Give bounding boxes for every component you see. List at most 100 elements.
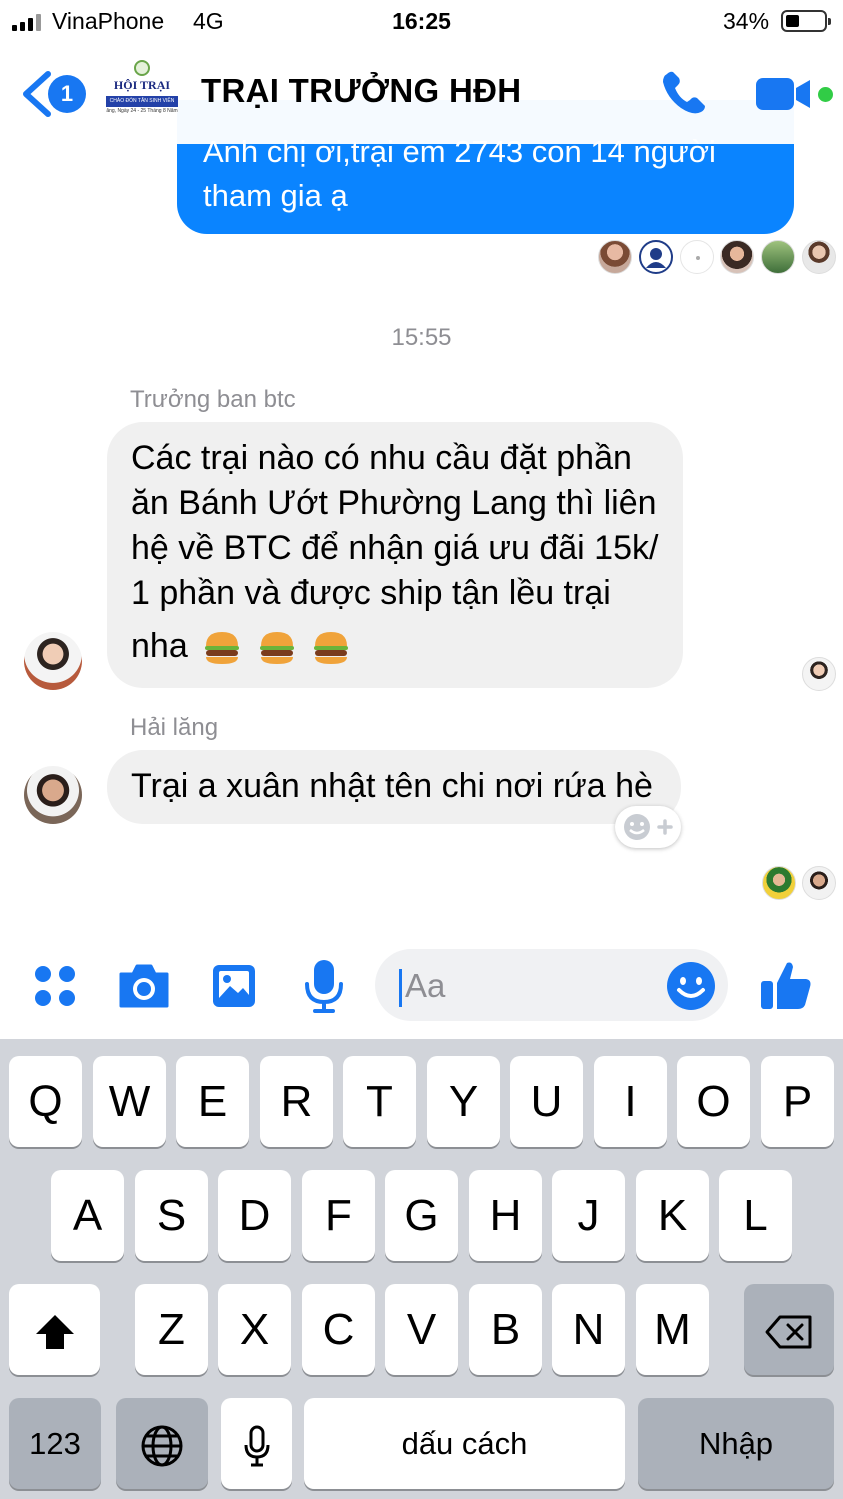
globe-icon xyxy=(141,1425,183,1467)
key-t[interactable]: T xyxy=(343,1056,416,1147)
backspace-icon xyxy=(765,1315,812,1349)
key-b[interactable]: B xyxy=(469,1284,542,1375)
add-reaction-icon xyxy=(624,814,673,840)
backspace-key[interactable] xyxy=(744,1284,834,1375)
read-receipts[interactable] xyxy=(598,240,838,276)
apps-button[interactable] xyxy=(33,964,77,1013)
key-h[interactable]: H xyxy=(469,1170,542,1261)
key-x[interactable]: X xyxy=(218,1284,291,1375)
voice-record-button[interactable] xyxy=(302,958,346,1019)
camera-button[interactable] xyxy=(117,962,171,1015)
message-input-placeholder: Aa xyxy=(405,967,446,1004)
video-call-button[interactable] xyxy=(754,72,812,116)
key-p[interactable]: P xyxy=(761,1056,834,1147)
voice-call-button[interactable] xyxy=(657,68,711,118)
video-camera-icon xyxy=(756,78,810,110)
key-u[interactable]: U xyxy=(510,1056,583,1147)
message-composer: Aa xyxy=(0,945,843,1035)
messenger-chat-screen: VinaPhone 4G 16:25 34% Anh chị ơi,trại e… xyxy=(0,0,843,1499)
read-receipt-avatar xyxy=(720,240,754,274)
incoming-message-bubble[interactable]: Trại a xuân nhật tên chi nơi rứa hè xyxy=(107,750,681,824)
read-receipt-avatar xyxy=(761,240,795,274)
sender-avatar[interactable] xyxy=(24,766,82,824)
key-l[interactable]: L xyxy=(719,1170,792,1261)
add-reaction-button[interactable] xyxy=(615,806,681,848)
read-receipt-avatar[interactable] xyxy=(762,866,796,900)
camera-icon xyxy=(119,964,169,1008)
message-line: hệ về BTC để nhận giá ưu đãi 15k/ xyxy=(131,529,659,567)
key-e[interactable]: E xyxy=(176,1056,249,1147)
like-button[interactable] xyxy=(758,957,814,1018)
battery-icon xyxy=(781,10,831,32)
emoji-icon xyxy=(667,962,715,1010)
key-y[interactable]: Y xyxy=(427,1056,500,1147)
key-k[interactable]: K xyxy=(636,1170,709,1261)
microphone-icon xyxy=(305,960,343,1013)
message-line: Các trại nào có nhu cầu đặt phần xyxy=(131,439,632,477)
hamburger-emoji xyxy=(259,632,294,665)
microphone-icon xyxy=(244,1425,269,1467)
incoming-message-bubble[interactable]: Các trại nào có nhu cầu đặt phần ăn Bánh… xyxy=(107,422,683,688)
hamburger-emoji xyxy=(205,632,240,665)
logo-seal-icon xyxy=(134,60,150,76)
key-i[interactable]: I xyxy=(594,1056,667,1147)
shift-key[interactable] xyxy=(9,1284,100,1375)
sender-avatar[interactable] xyxy=(24,632,82,690)
hamburger-emoji xyxy=(314,632,349,665)
logo-strip-text: CHÀO ĐÓN TÂN SINH VIÊN xyxy=(106,96,178,107)
return-key[interactable]: Nhập xyxy=(638,1398,834,1489)
message-line: 1 phần và được ship tận lều trại xyxy=(131,574,611,612)
online-status-dot xyxy=(818,87,833,102)
key-f[interactable]: F xyxy=(302,1170,375,1261)
conversation-title[interactable]: TRẠI TRƯỞNG HĐH xyxy=(201,72,521,110)
shift-arrow-icon xyxy=(35,1315,74,1350)
read-receipt-avatar xyxy=(639,240,673,274)
dictation-key[interactable] xyxy=(221,1398,292,1489)
unread-count-badge: 1 xyxy=(48,75,86,113)
group-avatar-logo[interactable]: HỘI TRẠI CHÀO ĐÓN TÂN SINH VIÊN ẵng, Ngà… xyxy=(106,58,178,116)
key-m[interactable]: M xyxy=(636,1284,709,1375)
key-g[interactable]: G xyxy=(385,1170,458,1261)
emoji-button[interactable] xyxy=(666,961,716,1011)
space-key[interactable]: dấu cách xyxy=(304,1398,625,1489)
phone-icon xyxy=(663,71,705,114)
status-time: 16:25 xyxy=(392,8,451,34)
gallery-button[interactable] xyxy=(210,962,258,1015)
thumbs-up-icon xyxy=(761,962,811,1009)
logo-text: HỘI TRẠI xyxy=(113,78,171,92)
chat-header: 1 HỘI TRẠI CHÀO ĐÓN TÂN SINH VIÊN ẵng, N… xyxy=(0,44,843,144)
apps-icon xyxy=(35,966,75,1006)
read-receipt-avatar xyxy=(802,240,836,274)
key-o[interactable]: O xyxy=(677,1056,750,1147)
keyboard: Q W E R T Y U I O P A S D F G H J K L Z … xyxy=(0,1039,843,1499)
read-receipt-avatar[interactable] xyxy=(802,866,836,900)
key-c[interactable]: C xyxy=(302,1284,375,1375)
read-receipt-avatar xyxy=(680,240,714,274)
outgoing-message-line: tham gia ạ xyxy=(203,178,348,213)
key-q[interactable]: Q xyxy=(9,1056,82,1147)
message-input[interactable]: Aa xyxy=(375,949,728,1021)
numbers-key[interactable]: 123 xyxy=(9,1398,101,1489)
key-r[interactable]: R xyxy=(260,1056,333,1147)
message-timestamp: 15:55 xyxy=(391,324,452,351)
text-cursor xyxy=(399,969,402,1007)
gallery-icon xyxy=(213,965,255,1007)
status-bar: VinaPhone 4G 16:25 34% xyxy=(0,0,843,44)
key-j[interactable]: J xyxy=(552,1170,625,1261)
message-text: Trại a xuân nhật tên chi nơi rứa hè xyxy=(131,767,653,805)
key-z[interactable]: Z xyxy=(135,1284,208,1375)
key-s[interactable]: S xyxy=(135,1170,208,1261)
key-n[interactable]: N xyxy=(552,1284,625,1375)
key-a[interactable]: A xyxy=(51,1170,124,1261)
message-last-line: nha xyxy=(131,624,659,669)
key-d[interactable]: D xyxy=(218,1170,291,1261)
key-v[interactable]: V xyxy=(385,1284,458,1375)
read-receipt-avatar[interactable] xyxy=(802,657,836,691)
message-line: ăn Bánh Ướt Phường Lang thì liên xyxy=(131,484,657,522)
sender-name: Trưởng ban btc xyxy=(130,386,296,413)
sender-name: Hải lăng xyxy=(130,714,219,741)
logo-sub-text: ẵng, Ngày 24 - 25 Tháng 8 Năm xyxy=(106,108,178,114)
key-w[interactable]: W xyxy=(93,1056,166,1147)
globe-key[interactable] xyxy=(116,1398,208,1489)
battery-percent: 34% xyxy=(723,8,770,34)
